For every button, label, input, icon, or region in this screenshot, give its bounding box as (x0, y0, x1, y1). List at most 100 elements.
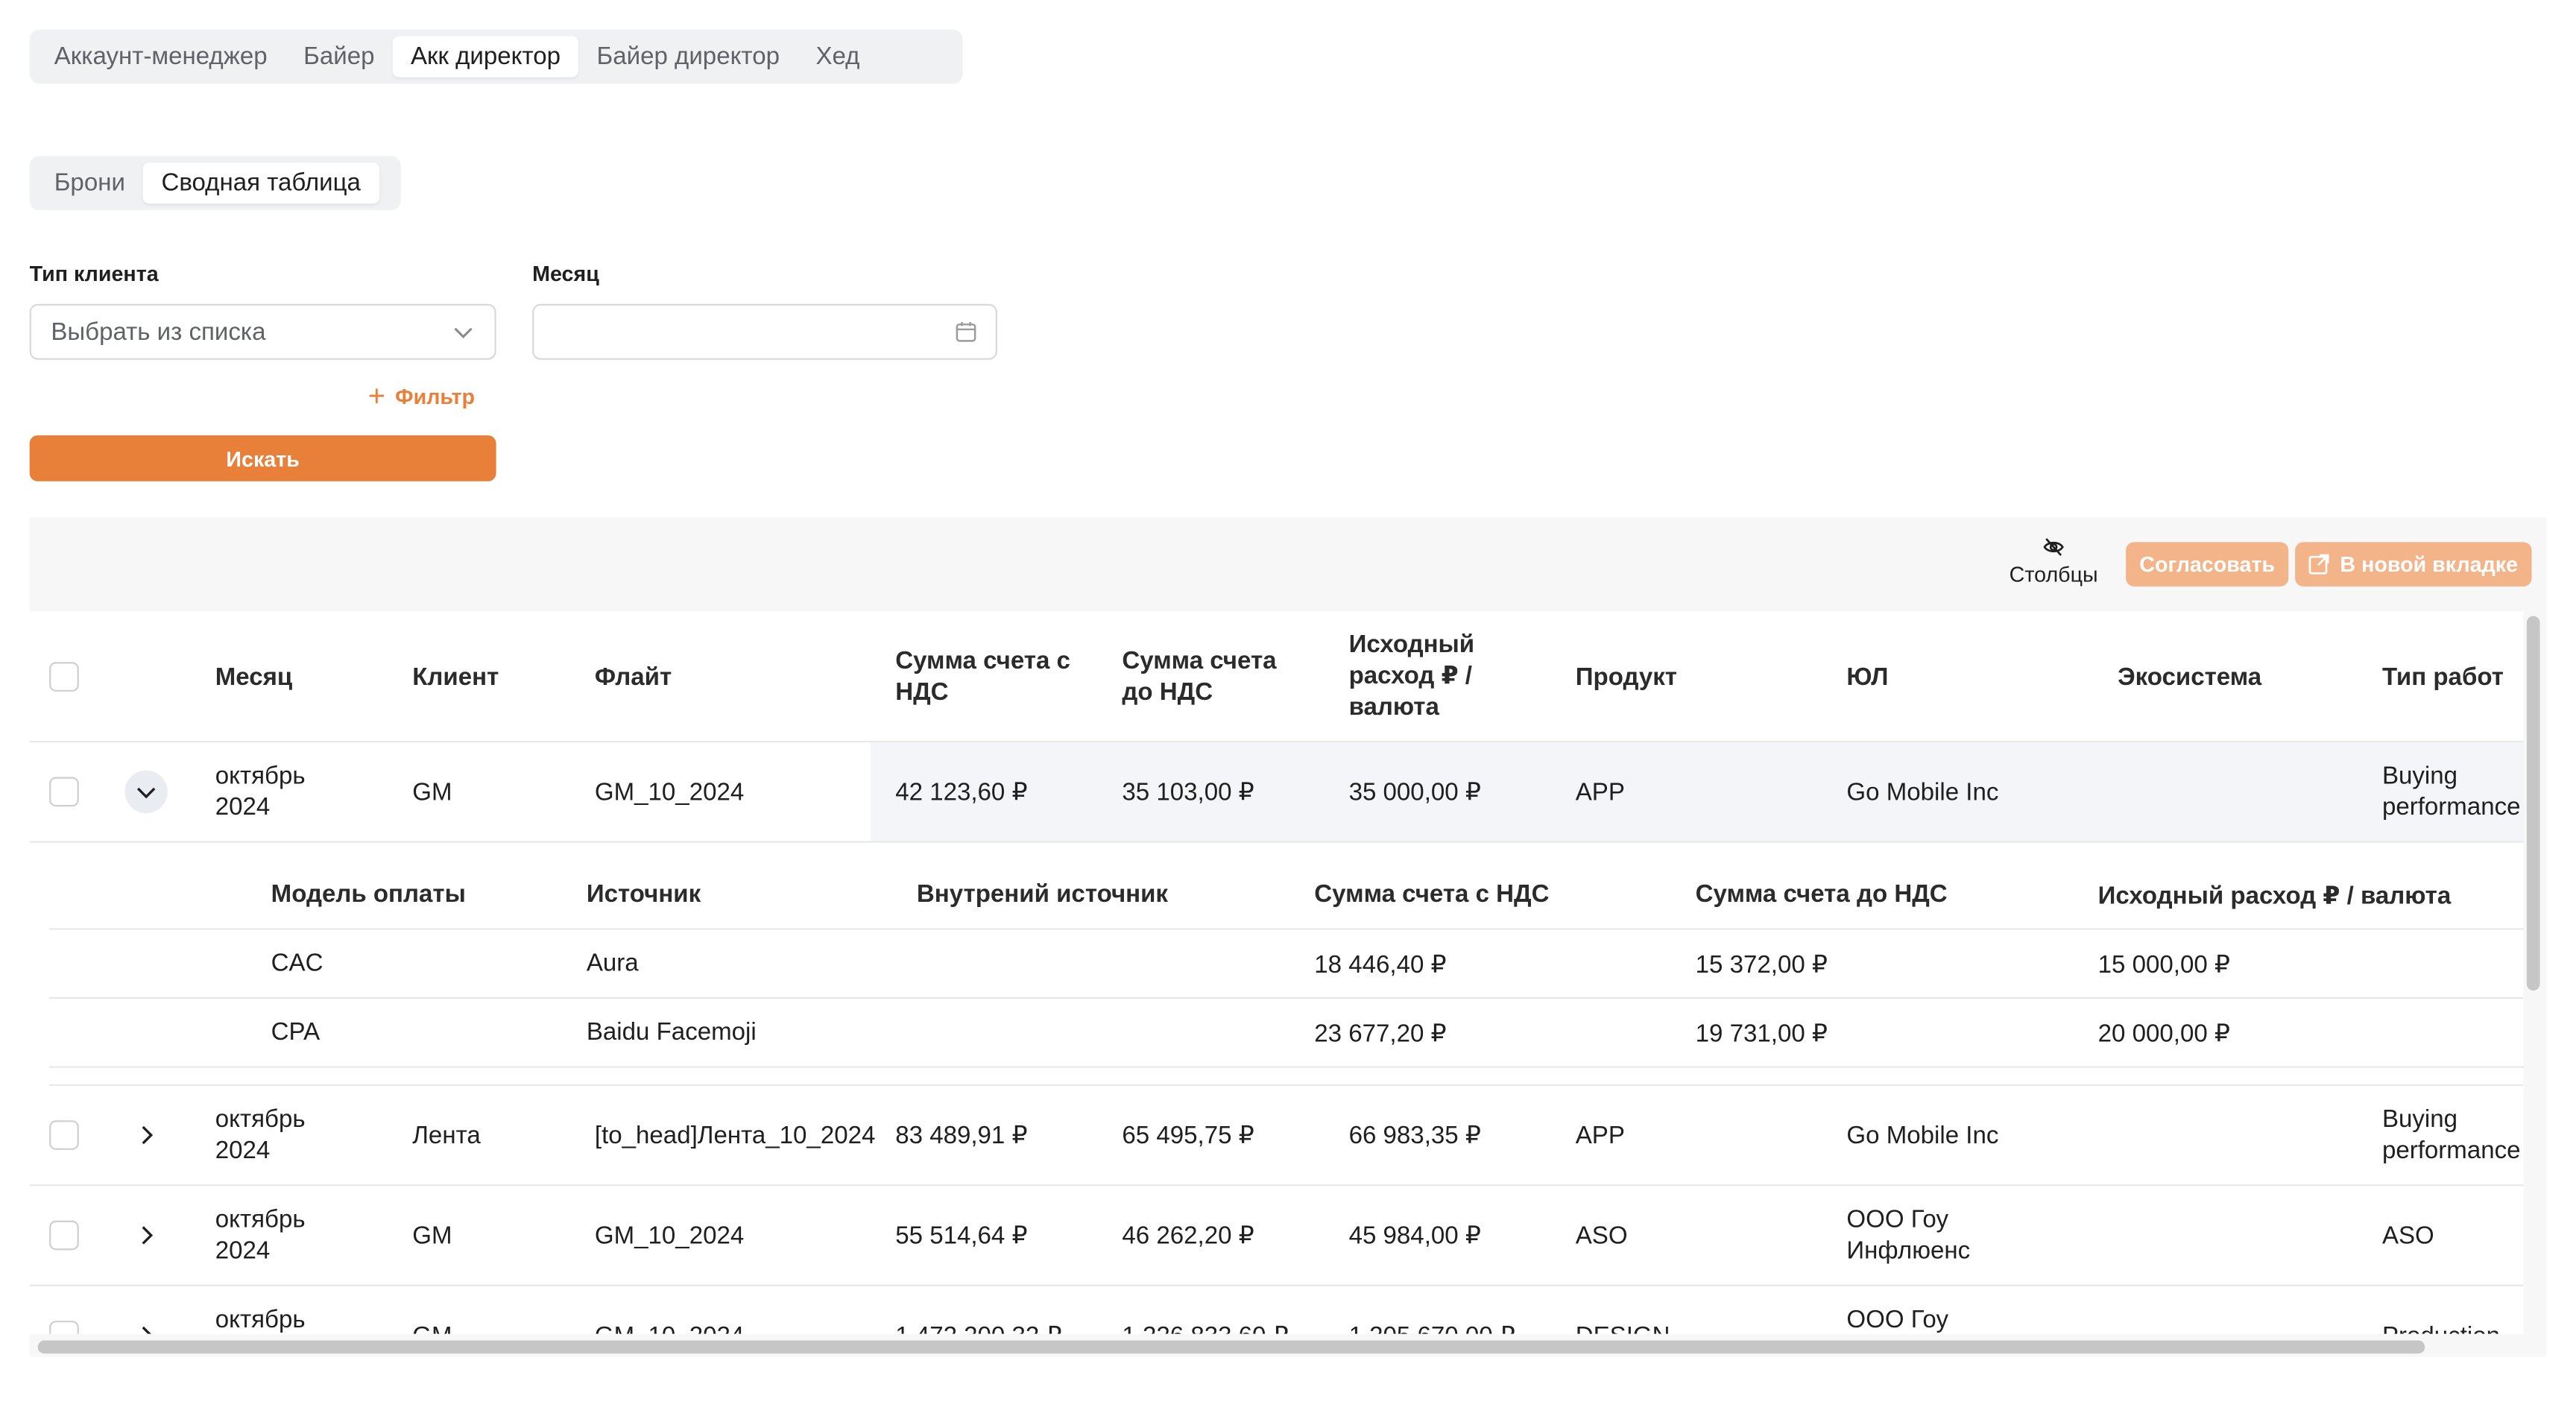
header-flight[interactable]: Флайт (595, 662, 672, 693)
tab-head[interactable]: Хед (798, 36, 878, 77)
header-ecosystem[interactable]: Экосистема (2118, 662, 2261, 693)
row-highlight (871, 742, 2524, 841)
eye-off-icon (2043, 538, 2064, 556)
columns-label: Столбцы (2009, 561, 2098, 587)
select-all-checkbox[interactable] (49, 662, 79, 692)
cell-flight: [to_head]Лента_10_2024 (594, 1122, 876, 1150)
collapse-row-button[interactable] (124, 770, 168, 814)
sub-cell-source: Baidu Facemoji (586, 1018, 757, 1047)
header-product[interactable]: Продукт (1576, 662, 1677, 693)
sub-cell-payment-model: CPA (271, 1018, 321, 1047)
sub-cell-sum-vat: 18 446,40 ₽ (1314, 951, 1447, 979)
sub-header-sum-vat[interactable]: Сумма счета с НДС (1314, 880, 1549, 908)
add-filter-label: Фильтр (395, 383, 476, 408)
sub-header-source[interactable]: Источник (587, 880, 701, 908)
sub-cell-source-spend: 20 000,00 ₽ (2097, 1020, 2230, 1049)
table-row[interactable]: октябрь 2024 Лента [to_head]Лента_10_202… (29, 1086, 2524, 1187)
cell-sum-no-vat: 46 262,20 ₽ (1122, 1222, 1254, 1251)
cell-sum-no-vat: 35 103,00 ₽ (1122, 778, 1254, 807)
calendar-icon (956, 322, 976, 342)
client-type-label: Тип клиента (29, 261, 159, 286)
cell-legal-entity: Go Mobile Inc (1846, 1122, 1999, 1150)
header-legal-entity[interactable]: ЮЛ (1846, 662, 1888, 693)
cell-product: APP (1575, 1122, 1625, 1150)
header-work-type[interactable]: Тип работ (2382, 662, 2504, 693)
sub-header-sum-no-vat[interactable]: Сумма счета до НДС (1696, 880, 1948, 908)
month-label: Месяц (532, 261, 599, 286)
row-checkbox[interactable] (49, 1120, 79, 1150)
external-link-icon (2309, 554, 2330, 575)
cell-legal-entity: Go Mobile Inc (1846, 778, 1999, 807)
cell-sum-vat: 1 472 200,32 ₽ (895, 1321, 1061, 1333)
cell-sum-no-vat: 65 495,75 ₽ (1122, 1122, 1254, 1150)
cell-month: октябрь 2024 (215, 1105, 306, 1165)
cell-month: октябрь 2024 (215, 762, 306, 822)
subtable-row: CAC Aura 18 446,40 ₽ 15 372,00 ₽ 15 000,… (49, 930, 2524, 999)
cell-work-type: Buying performance (2381, 762, 2521, 822)
search-button[interactable]: Искать (29, 435, 496, 481)
expand-row-button[interactable] (125, 1214, 168, 1257)
cell-month: октябрь 2024 (215, 1205, 306, 1266)
month-date-input[interactable] (532, 303, 997, 360)
open-new-tab-button[interactable]: В новой вкладке (2295, 542, 2532, 587)
table-row[interactable]: октябрь 2024 GM GM_10_2024 42 123,60 ₽ 3… (29, 742, 2524, 843)
cell-source-spend: 45 984,00 ₽ (1348, 1222, 1481, 1251)
sub-cell-source-spend: 15 000,00 ₽ (2097, 951, 2230, 979)
chevron-down-icon (454, 327, 473, 339)
tab-buyer-director[interactable]: Байер директор (578, 36, 798, 77)
vertical-scrollbar[interactable] (2526, 616, 2540, 991)
sub-cell-source: Aura (586, 949, 639, 978)
role-tabs: Аккаунт-менеджер Байер Акк директор Байе… (29, 29, 963, 84)
add-filter-button[interactable]: + Фильтр (368, 381, 475, 411)
tab-account-director[interactable]: Акк директор (392, 36, 579, 78)
table-row[interactable]: октябрь 2024 GM GM_10_2024 55 514,64 ₽ 4… (29, 1186, 2524, 1286)
cell-sum-no-vat: 1 226 833,60 ₽ (1122, 1321, 1288, 1333)
summary-table: Месяц Клиент Флайт Сумма счета с НДС Сум… (29, 610, 2547, 1334)
row-checkbox[interactable] (49, 777, 79, 807)
columns-button[interactable]: Столбцы (2007, 536, 2099, 587)
header-sum-no-vat[interactable]: Сумма счета до НДС (1122, 645, 1302, 708)
sub-cell-sum-no-vat: 15 372,00 ₽ (1695, 951, 1828, 979)
tab-bookings[interactable]: Брони (36, 162, 143, 203)
cell-source-spend: 66 983,35 ₽ (1348, 1122, 1481, 1150)
row-checkbox[interactable] (49, 1321, 79, 1334)
sub-cell-sum-no-vat: 19 731,00 ₽ (1695, 1020, 1828, 1049)
cell-sum-vat: 55 514,64 ₽ (895, 1222, 1028, 1251)
client-type-select[interactable]: Выбрать из списка (29, 303, 496, 360)
cell-product: ASO (1575, 1222, 1628, 1251)
tab-summary-table[interactable]: Сводная таблица (143, 162, 379, 204)
cell-source-spend: 35 000,00 ₽ (1348, 778, 1481, 807)
client-type-placeholder: Выбрать из списка (51, 317, 266, 346)
cell-work-type: Production (2382, 1321, 2500, 1333)
view-tabs: Брони Сводная таблица (29, 156, 401, 211)
expand-row-button[interactable] (125, 1314, 168, 1334)
cell-flight: GM_10_2024 (595, 1321, 744, 1333)
row-checkbox[interactable] (49, 1220, 79, 1251)
sub-header-source-spend[interactable]: Исходный расход ₽ / валюта (2098, 880, 2452, 910)
header-month[interactable]: Месяц (215, 662, 293, 693)
subtable-row: CPA Baidu Facemoji 23 677,20 ₽ 19 731,00… (49, 999, 2524, 1068)
chevron-right-icon (142, 1326, 151, 1334)
tab-account-manager[interactable]: Аккаунт-менеджер (36, 36, 285, 77)
cell-product: DESIGN (1576, 1321, 1670, 1333)
sub-cell-payment-model: CAC (271, 949, 323, 978)
cell-client: GM (412, 778, 452, 807)
header-client[interactable]: Клиент (412, 662, 499, 693)
approve-button[interactable]: Согласовать (2126, 542, 2289, 587)
sub-header-payment-model[interactable]: Модель оплаты (271, 880, 466, 908)
tab-buyer[interactable]: Байер (285, 36, 393, 77)
header-source-spend[interactable]: Исходный расход ₽ / валюта (1349, 629, 1500, 723)
cell-work-type: Buying performance (2381, 1105, 2521, 1165)
expanded-subtable: Модель оплаты Источник Внутрений источни… (49, 843, 2524, 1086)
header-sum-vat[interactable]: Сумма счета с НДС (895, 645, 1092, 708)
table-row[interactable]: октябрь GM GM_10_2024 1 472 200,32 ₽ 1 2… (30, 1286, 2524, 1334)
new-tab-label: В новой вкладке (2340, 552, 2519, 577)
sub-header-internal-source[interactable]: Внутрений источник (917, 880, 1168, 908)
cell-month: октябрь (215, 1306, 306, 1334)
chevron-down-icon (136, 787, 156, 799)
cell-client: GM (412, 1321, 452, 1333)
expand-row-button[interactable] (125, 1113, 168, 1156)
chevron-right-icon (142, 1226, 154, 1245)
table-header-row: Месяц Клиент Флайт Сумма счета с НДС Сум… (29, 611, 2524, 743)
horizontal-scrollbar[interactable] (37, 1340, 2425, 1354)
